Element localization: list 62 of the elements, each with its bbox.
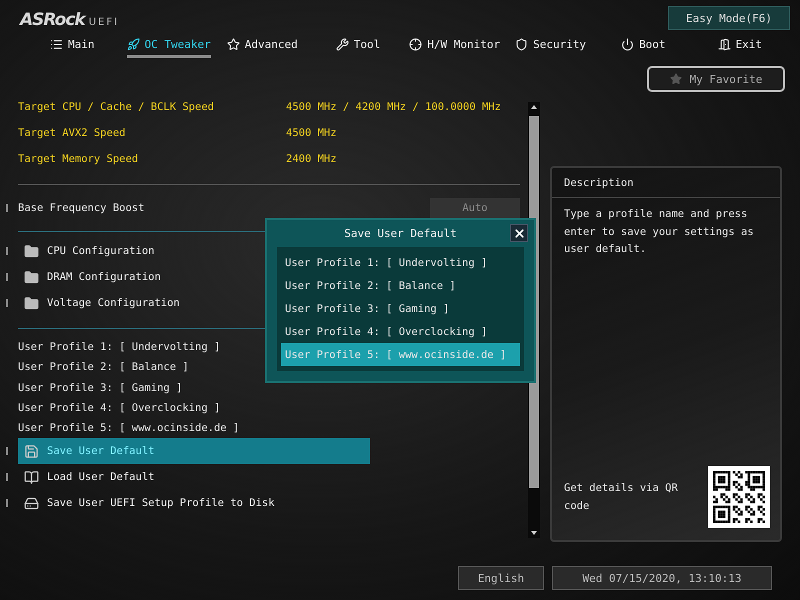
logo-suffix: UEFI [88, 17, 120, 28]
item-marker [6, 499, 8, 508]
item-marker [6, 273, 8, 281]
profile-option[interactable]: User Profile 3: [ Gaming ] [281, 297, 520, 320]
list-icon [50, 38, 63, 51]
power-icon [621, 38, 634, 51]
profile-text: User Profile 4: [ Overclocking ] [18, 401, 220, 416]
item-marker [6, 204, 8, 212]
door-icon [718, 38, 731, 51]
item-marker [6, 247, 8, 255]
tab[interactable]: Tool [336, 38, 380, 58]
profile-text: User Profile 1: [ Undervolting ] [18, 340, 220, 356]
folder-icon [24, 270, 39, 284]
tab[interactable]: Advanced [226, 38, 298, 58]
item-marker [6, 473, 8, 482]
tab[interactable]: Boot [621, 38, 666, 58]
star-icon [670, 73, 682, 85]
shield-icon [515, 38, 528, 51]
wrench-icon [336, 38, 349, 51]
panel-title: Description [564, 176, 634, 188]
target-label: Target Memory Speed [18, 153, 140, 165]
target-value: 4500 MHz / 4200 MHz / 100.0000 MHz [286, 101, 501, 113]
profile-option[interactable]: User Profile 1: [ Undervolting ] [281, 251, 520, 274]
logo-brand: ASRock [20, 10, 85, 30]
favorite-button[interactable]: My Favorite [647, 66, 785, 92]
item-marker [6, 447, 8, 456]
setting-value[interactable]: Auto [430, 198, 520, 218]
tab[interactable]: Exit [718, 38, 762, 58]
target-label: Target CPU / Cache / BCLK Speed [18, 101, 215, 113]
profile-option[interactable]: User Profile 2: [ Balance ] [281, 274, 520, 297]
rocket-icon [126, 38, 140, 51]
folder-icon [24, 244, 39, 258]
dialog-title: Save User Default [344, 227, 457, 240]
tab[interactable]: H/W Monitor [409, 38, 500, 58]
target-value: 2400 MHz [286, 153, 337, 165]
folder-icon [24, 296, 39, 310]
setting-label: Base Frequency Boost [18, 202, 146, 214]
close-button[interactable] [510, 224, 528, 242]
profile-text: User Profile 3: [ Gaming ] [18, 380, 182, 396]
description-text: Type a profile name and press enter to save your settings as user default. [564, 208, 754, 255]
tab[interactable]: OC Tweaker [126, 38, 211, 58]
menu-item[interactable]: Save User UEFI Setup Profile to Disk [18, 490, 370, 516]
close-icon [512, 226, 526, 240]
target-value: 4500 MHz [286, 127, 337, 139]
easy-mode-button[interactable]: Easy Mode(F6) [668, 6, 790, 30]
item-marker [6, 299, 8, 307]
tab[interactable]: Main [50, 38, 94, 58]
crosshair-icon [409, 38, 422, 51]
qr-code-icon [708, 466, 770, 528]
profile-text: User Profile 2: [ Balance ] [18, 360, 189, 376]
drive-icon [24, 496, 39, 511]
star-icon [226, 38, 240, 51]
menu-item[interactable]: Load User Default [18, 464, 370, 490]
menu-item[interactable]: Save User Default [18, 438, 370, 464]
tab[interactable]: Security [515, 38, 586, 58]
date-time: Wed 07/15/2020, 13:10:13 [552, 566, 772, 590]
language-button[interactable]: English [458, 566, 544, 590]
target-label: Target AVX2 Speed [18, 127, 126, 139]
profile-option[interactable]: User Profile 4: [ Overclocking ] [281, 320, 520, 343]
book-icon [24, 470, 39, 485]
profile-text: User Profile 5: [ www.ocinside.de ] [18, 421, 240, 436]
qr-hint: Get details via QR code [564, 481, 679, 514]
